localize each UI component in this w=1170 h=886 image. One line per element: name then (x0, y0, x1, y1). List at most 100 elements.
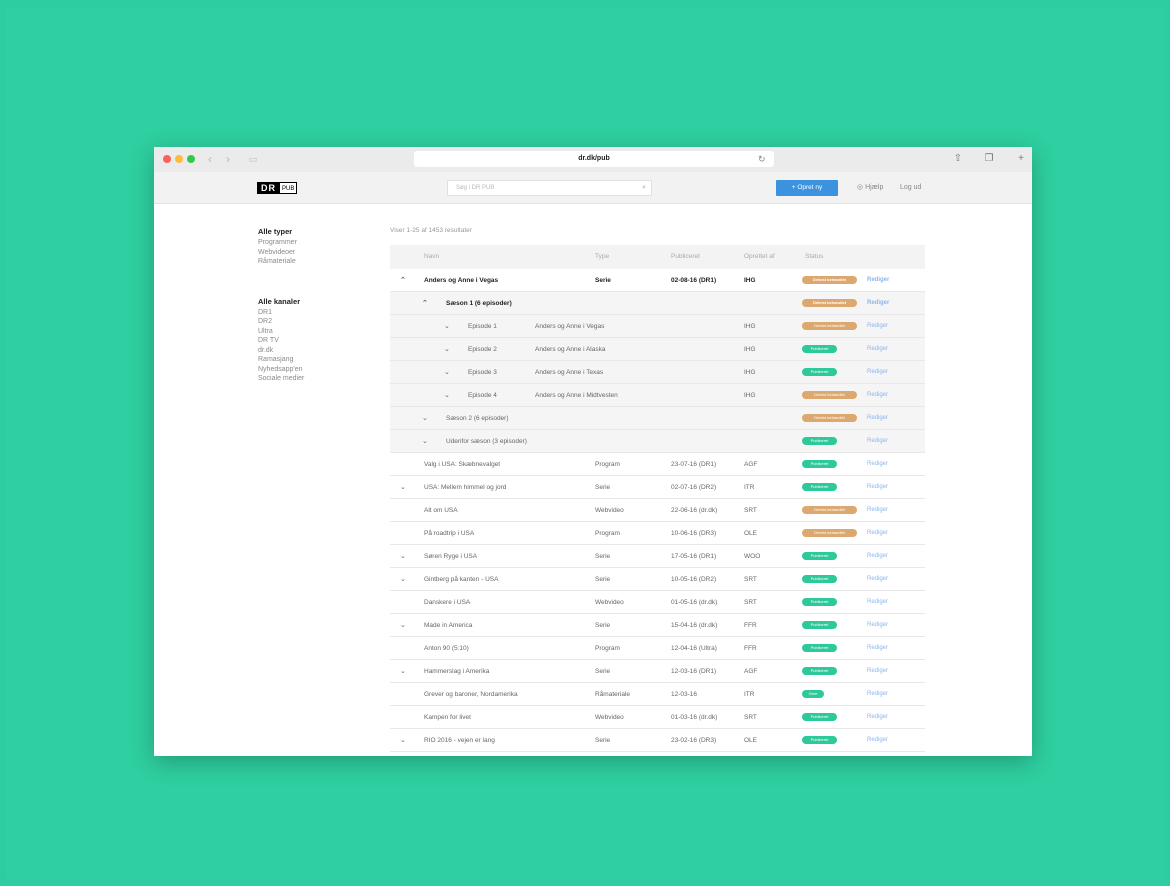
chevron-up-icon[interactable]: ⌃ (422, 299, 428, 307)
logout-link[interactable]: Log ud (900, 180, 921, 196)
filter-channel-ramasjang[interactable]: Ramasjang (258, 355, 358, 365)
table-row[interactable]: ⌄ USA: Mellem himmel og jord Serie 02-07-16… (390, 476, 925, 499)
table-row[interactable]: Alt om USA Webvideo 22-06-16 (dr.dk) SRT Del… (390, 499, 925, 522)
table-row[interactable]: Grever og baroner, Nordamerika Råmaterial… (390, 683, 925, 706)
edit-link[interactable]: Rediger (867, 668, 888, 674)
chevron-down-icon[interactable]: ⌄ (444, 391, 450, 399)
chevron-down-icon[interactable]: ⌄ (422, 437, 428, 445)
table-header: Navn Type Publiceret Oprettet af Status (390, 245, 925, 269)
dr-pub-logo[interactable]: DR PUB (257, 182, 298, 194)
table-row[interactable]: På roadtrip i USA Program 10-06-16 (DR3) OL… (390, 522, 925, 545)
table-row[interactable]: ⌄ Episode 2 Anders og Anne i Alaska IHG Publ… (390, 338, 925, 361)
edit-link[interactable]: Rediger (867, 346, 888, 352)
close-window-button[interactable] (163, 155, 171, 163)
filter-channel-nyhedsapp[interactable]: Nyhedsapp'en (258, 365, 358, 375)
table-row[interactable]: Valg i USA: Skæbnevalget Program 23-07-16 … (390, 453, 925, 476)
edit-link[interactable]: Rediger (867, 599, 888, 605)
row-name: På roadtrip i USA (424, 530, 475, 537)
chevron-down-icon[interactable]: ⌄ (400, 575, 406, 583)
column-published[interactable]: Publiceret (671, 253, 700, 260)
row-name: Grever og baroner, Nordamerika (424, 691, 518, 698)
column-name[interactable]: Navn (424, 253, 439, 260)
sidebar-toggle-icon[interactable]: ▭ (247, 153, 259, 165)
edit-link[interactable]: Rediger (867, 277, 889, 283)
table-row[interactable]: ⌃ Anders og Anne i Vegas Serie 02-08-16 (DR… (390, 269, 925, 292)
chevron-down-icon[interactable]: ⌄ (400, 736, 406, 744)
search-input[interactable]: Søg i DR PUB ⌕ (447, 180, 652, 196)
table-row[interactable]: ⌄ Made in America Serie 15-04-16 (dr.dk) FFR… (390, 614, 925, 637)
table-row[interactable]: Danskere i USA Webvideo 01-05-16 (dr.dk) SR… (390, 591, 925, 614)
filter-channel-drdk[interactable]: dr.dk (258, 346, 358, 356)
edit-link[interactable]: Rediger (867, 438, 888, 444)
row-published: 12-03-16 (DR1) (671, 668, 717, 675)
table-row[interactable]: ⌄ Episode 1 Anders og Anne i Vegas IHG Delvi… (390, 315, 925, 338)
edit-link[interactable]: Rediger (867, 392, 888, 398)
filter-channel-dr2[interactable]: DR2 (258, 317, 358, 327)
filter-type-programs[interactable]: Programmer (258, 238, 358, 248)
chevron-down-icon[interactable]: ⌄ (400, 621, 406, 629)
forward-arrow-icon[interactable]: › (222, 153, 234, 165)
edit-link[interactable]: Rediger (867, 622, 888, 628)
filter-channel-drtv[interactable]: DR TV (258, 336, 358, 346)
row-created-by: ITR (744, 484, 755, 491)
filter-channel-dr1[interactable]: DR1 (258, 308, 358, 318)
edit-link[interactable]: Rediger (867, 323, 888, 329)
chevron-down-icon[interactable]: ⌄ (422, 414, 428, 422)
table-row[interactable]: ⌄ Hammerslag i Amerika Serie 12-03-16 (DR1)… (390, 660, 925, 683)
edit-link[interactable]: Rediger (867, 369, 888, 375)
table-row[interactable]: ⌄ Episode 3 Anders og Anne i Texas IHG Publi… (390, 361, 925, 384)
table-row[interactable]: Kampen for livet Webvideo 01-03-16 (dr.dk)… (390, 706, 925, 729)
chevron-down-icon[interactable]: ⌄ (444, 368, 450, 376)
table-row[interactable]: ⌃ Sæson 1 (6 episoder) Delvist behandlet Re… (390, 292, 925, 315)
minimize-window-button[interactable] (175, 155, 183, 163)
edit-link[interactable]: Rediger (867, 645, 888, 651)
reload-icon[interactable]: ↻ (758, 151, 766, 167)
address-bar[interactable]: dr.dk/pub (414, 151, 774, 167)
maximize-window-button[interactable] (187, 155, 195, 163)
help-label: Hjælp (865, 184, 884, 191)
table-row[interactable]: ⌄ Søren Ryge i USA Serie 17-05-16 (DR1) WOO P… (390, 545, 925, 568)
table-row[interactable]: ⌄ Udenfor sæson (3 episoder) Publiceret Red… (390, 430, 925, 453)
column-status[interactable]: Status (805, 253, 823, 260)
row-name: Kampen for livet (424, 714, 471, 721)
chevron-up-icon[interactable]: ⌃ (400, 276, 406, 284)
edit-link[interactable]: Rediger (867, 691, 888, 697)
edit-link[interactable]: Rediger (867, 415, 888, 421)
chevron-down-icon[interactable]: ⌄ (400, 483, 406, 491)
edit-link[interactable]: Rediger (867, 576, 888, 582)
filter-channel-ultra[interactable]: Ultra (258, 327, 358, 337)
filter-type-webvideos[interactable]: Webvideoer (258, 248, 358, 258)
column-created-by[interactable]: Oprettet af (744, 253, 775, 260)
filter-all-types[interactable]: Alle typer (258, 227, 358, 237)
filter-channel-social[interactable]: Sociale medier (258, 374, 358, 384)
table-row[interactable]: ⌄ Episode 4 Anders og Anne i Midtvesten IHG… (390, 384, 925, 407)
filter-type-raw[interactable]: Råmateriale (258, 257, 358, 267)
table-row[interactable]: ⌄ Sæson 2 (6 episoder) Delvist behandlet Re… (390, 407, 925, 430)
back-arrow-icon[interactable]: ‹ (204, 153, 216, 165)
search-icon[interactable]: ⌕ (642, 181, 646, 195)
column-type[interactable]: Type (595, 253, 609, 260)
chevron-down-icon[interactable]: ⌄ (444, 345, 450, 353)
edit-link[interactable]: Rediger (867, 484, 888, 490)
chevron-down-icon[interactable]: ⌄ (444, 322, 450, 330)
edit-link[interactable]: Rediger (867, 714, 888, 720)
share-icon[interactable]: ⇧ (952, 153, 964, 165)
create-new-button[interactable]: + Opret ny (776, 180, 838, 196)
table-row[interactable]: Anton 90 (5:10) Program 12-04-16 (Ultra) FF… (390, 637, 925, 660)
filter-all-channels[interactable]: Alle kanaler (258, 297, 358, 307)
tabs-overview-icon[interactable]: ❐ (983, 153, 995, 165)
table-row[interactable]: ⌄ Gintberg på kanten - USA Serie 10-05-16 (… (390, 568, 925, 591)
row-created-by: IHG (744, 277, 756, 284)
edit-link[interactable]: Rediger (867, 530, 888, 536)
help-link[interactable]: ◎ Hjælp (857, 180, 883, 196)
new-tab-icon[interactable]: + (1015, 153, 1027, 165)
chevron-down-icon[interactable]: ⌄ (400, 552, 406, 560)
edit-link[interactable]: Rediger (867, 553, 888, 559)
edit-link[interactable]: Rediger (867, 300, 889, 306)
table-row[interactable]: ⌄ RIO 2016 - vejen er lang Serie 23-02-16 (… (390, 729, 925, 752)
row-episode-title: Anders og Anne i Alaska (535, 346, 606, 353)
edit-link[interactable]: Rediger (867, 507, 888, 513)
edit-link[interactable]: Rediger (867, 461, 888, 467)
chevron-down-icon[interactable]: ⌄ (400, 667, 406, 675)
edit-link[interactable]: Rediger (867, 737, 888, 743)
